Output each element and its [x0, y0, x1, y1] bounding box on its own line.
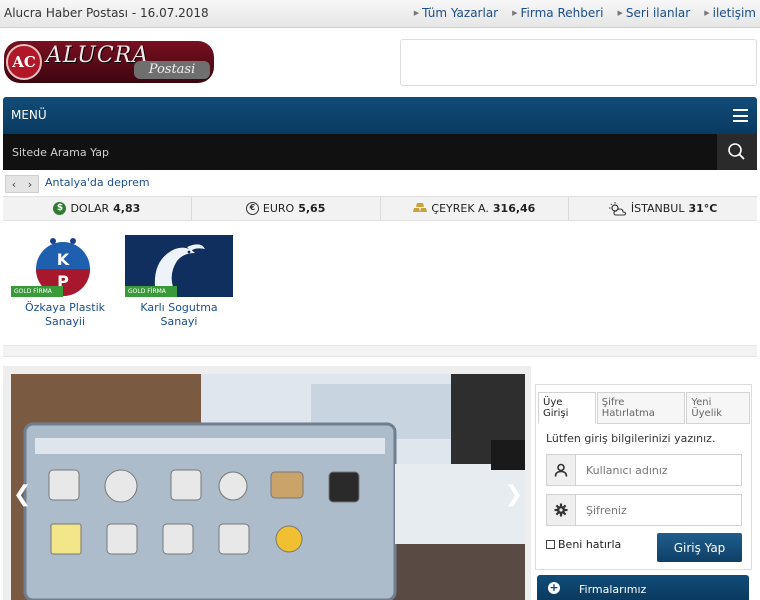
firm-name[interactable]: Karlı Sogutma Sanayi: [125, 301, 233, 329]
gold-badge: GOLD FİRMA: [11, 286, 63, 297]
ticker-nav: ‹ ›: [5, 175, 39, 193]
arrow-icon: ▶: [413, 9, 420, 17]
ad-banner: [400, 39, 757, 86]
firm-name[interactable]: Özkaya Plastik Sanayii: [11, 301, 119, 329]
gold-badge: GOLD FİRMA: [125, 286, 177, 297]
weather-icon: [608, 201, 626, 216]
arrow-icon: ▶: [617, 9, 623, 17]
tab-register[interactable]: Yeni Üyelik: [686, 392, 750, 424]
gear-icon: [547, 495, 576, 525]
plus-icon: +: [548, 581, 560, 594]
slider-prev-icon[interactable]: ❮: [13, 482, 31, 507]
section-divider: [3, 345, 757, 357]
login-tabs: Üye Girişi Şifre Hatırlatma Yeni Üyelik: [538, 392, 751, 424]
slider-next-icon[interactable]: ❯: [505, 482, 523, 507]
news-ticker: ‹ › Antalya'da deprem: [3, 173, 757, 195]
stat-dollar: $ DOLAR 4,83: [3, 197, 192, 220]
euro-icon: €: [245, 202, 259, 215]
firm-card[interactable]: GOLD FİRMA Karlı Sogutma Sanayi: [125, 235, 233, 329]
menu-label: MENÜ: [11, 108, 47, 122]
stat-weather: İSTANBUL 31°C: [569, 197, 757, 220]
gold-icon: [413, 202, 428, 212]
search-icon: [728, 143, 745, 160]
site-date: Alucra Haber Postası - 16.07.2018: [4, 6, 209, 20]
password-field: [546, 494, 742, 526]
top-links: ▶ Tüm Yazarlar ▶ Firma Rehberi ▶ Seri ilanl…: [414, 6, 756, 20]
main-menu-bar[interactable]: MENÜ: [3, 97, 757, 134]
login-button[interactable]: Giriş Yap: [657, 533, 742, 562]
password-input[interactable]: [576, 495, 741, 525]
slider-image[interactable]: ❮ ❯: [11, 374, 525, 600]
search-bar: [3, 134, 757, 170]
dollar-icon: $: [53, 202, 67, 215]
tab-password-reminder[interactable]: Şifre Hatırlatma: [596, 392, 686, 424]
arrow-icon: ▶: [704, 9, 710, 17]
login-hint: Lütfen giriş bilgilerinizi yazınız.: [546, 432, 716, 445]
user-icon: [547, 455, 576, 485]
remember-me[interactable]: Beni hatırla: [546, 538, 621, 551]
firms-header[interactable]: + Firmalarımız: [537, 575, 749, 600]
headline-slider: ❮ ❯: [3, 366, 531, 600]
chevron-left-icon[interactable]: ‹: [12, 178, 16, 191]
firm-card[interactable]: K P GOLD FİRMA Özkaya Plastik Sanayii: [11, 235, 119, 329]
tab-login[interactable]: Üye Girişi: [538, 392, 596, 424]
search-button[interactable]: [717, 134, 757, 170]
remember-checkbox[interactable]: [546, 540, 555, 549]
firm-logo: K P GOLD FİRMA: [11, 235, 119, 297]
market-stats: $ DOLAR 4,83 € EURO 5,65 ÇEYREK A. 316,4…: [3, 196, 757, 221]
chevron-right-icon[interactable]: ›: [28, 178, 32, 191]
svg-text:K: K: [57, 250, 70, 269]
link-classifieds[interactable]: ▶ Seri ilanlar: [618, 6, 691, 20]
ticker-headline[interactable]: Antalya'da deprem: [45, 176, 150, 189]
login-panel: Üye Girişi Şifre Hatırlatma Yeni Üyelik …: [535, 384, 752, 570]
link-contact[interactable]: ▶ iletişim: [704, 6, 756, 20]
top-bar: Alucra Haber Postası - 16.07.2018 ▶ Tüm Y…: [0, 0, 760, 28]
logo-monogram: AC: [6, 44, 42, 80]
gold-firms: K P GOLD FİRMA Özkaya Plastik Sanayii GO…: [3, 225, 757, 341]
logo-subtitle: Postasi: [134, 61, 210, 79]
slide-photo: [11, 374, 525, 600]
hamburger-icon[interactable]: [733, 109, 748, 122]
firm-logo: GOLD FİRMA: [125, 235, 233, 297]
stat-gold: ÇEYREK A. 316,46: [381, 197, 570, 220]
firms-header-label: Firmalarımız: [579, 583, 647, 596]
site-logo[interactable]: AC ALUCRA Postasi: [4, 41, 214, 83]
username-field: [546, 454, 742, 486]
stat-euro: € EURO 5,65: [192, 197, 381, 220]
username-input[interactable]: [576, 455, 741, 485]
search-input[interactable]: [3, 134, 715, 170]
link-firm-directory[interactable]: ▶ Firma Rehberi: [512, 6, 603, 20]
link-all-authors[interactable]: ▶ Tüm Yazarlar: [414, 6, 498, 20]
arrow-icon: ▶: [512, 9, 518, 17]
